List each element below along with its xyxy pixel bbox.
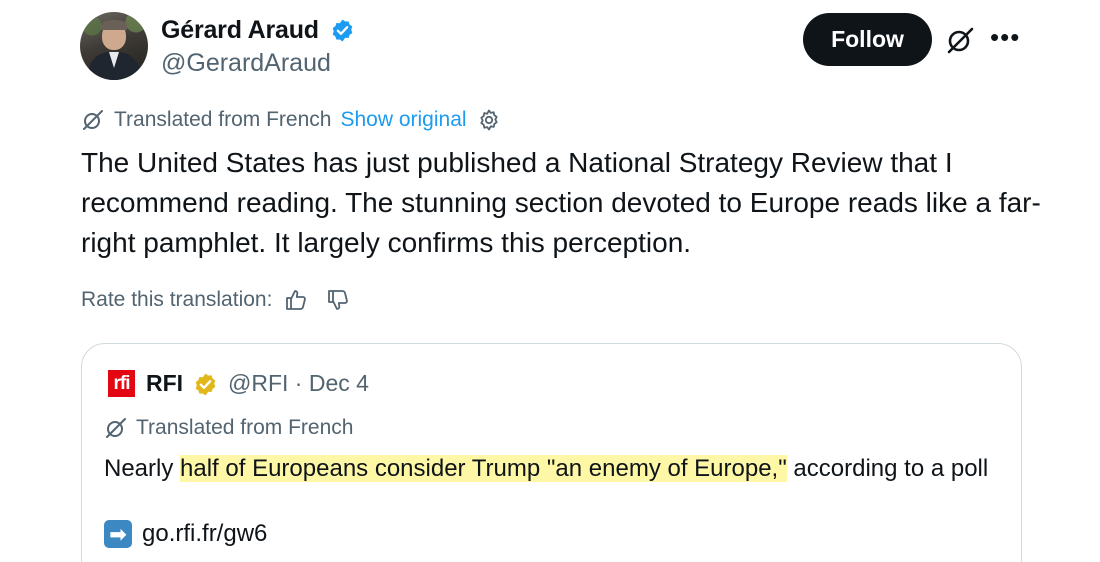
rfi-logo: rfi bbox=[108, 370, 135, 397]
show-original-link[interactable]: Show original bbox=[340, 108, 466, 132]
quote-text-before: Nearly bbox=[104, 455, 181, 482]
quote-meta: @RFI · Dec 4 bbox=[228, 370, 369, 396]
grok-translate-icon bbox=[83, 110, 103, 130]
quote-text: Nearly half of Europeans consider Trump … bbox=[104, 453, 1004, 485]
more-icon[interactable]: ••• bbox=[990, 24, 1020, 50]
grok-icon[interactable] bbox=[944, 24, 976, 56]
grok-translate-icon bbox=[106, 418, 126, 438]
quote-translated-label: Translated from French bbox=[136, 416, 354, 439]
right-arrow-icon: ➡ bbox=[104, 520, 132, 548]
follow-button[interactable]: Follow bbox=[803, 13, 932, 66]
translation-row: Translated from French Show original bbox=[81, 108, 501, 132]
quote-author-name[interactable]: RFI bbox=[146, 370, 183, 397]
rate-translation-row: Rate this translation: bbox=[81, 288, 350, 312]
quote-link-row: ➡ go.rfi.fr/gw6 bbox=[104, 520, 267, 548]
gear-icon[interactable] bbox=[477, 108, 501, 132]
verified-badge-icon bbox=[332, 19, 353, 42]
quote-text-after: according to a poll bbox=[786, 455, 989, 482]
quote-text-highlight: half of Europeans consider Trump "an ene… bbox=[180, 455, 787, 482]
thumbs-down-icon[interactable] bbox=[326, 288, 350, 312]
translated-label: Translated from French bbox=[114, 108, 332, 131]
quote-translation-row: Translated from French bbox=[104, 416, 353, 440]
gold-verified-badge-icon bbox=[195, 373, 216, 396]
thumbs-up-icon[interactable] bbox=[284, 288, 308, 312]
author-display-name[interactable]: Gérard Araud bbox=[161, 16, 319, 45]
rate-label: Rate this translation: bbox=[81, 288, 273, 311]
tweet-text: The United States has just published a N… bbox=[81, 147, 1041, 258]
avatar-hair bbox=[101, 20, 127, 30]
quote-link[interactable]: go.rfi.fr/gw6 bbox=[142, 520, 267, 548]
author-handle[interactable]: @GerardAraud bbox=[161, 49, 331, 78]
avatar[interactable] bbox=[80, 12, 148, 80]
